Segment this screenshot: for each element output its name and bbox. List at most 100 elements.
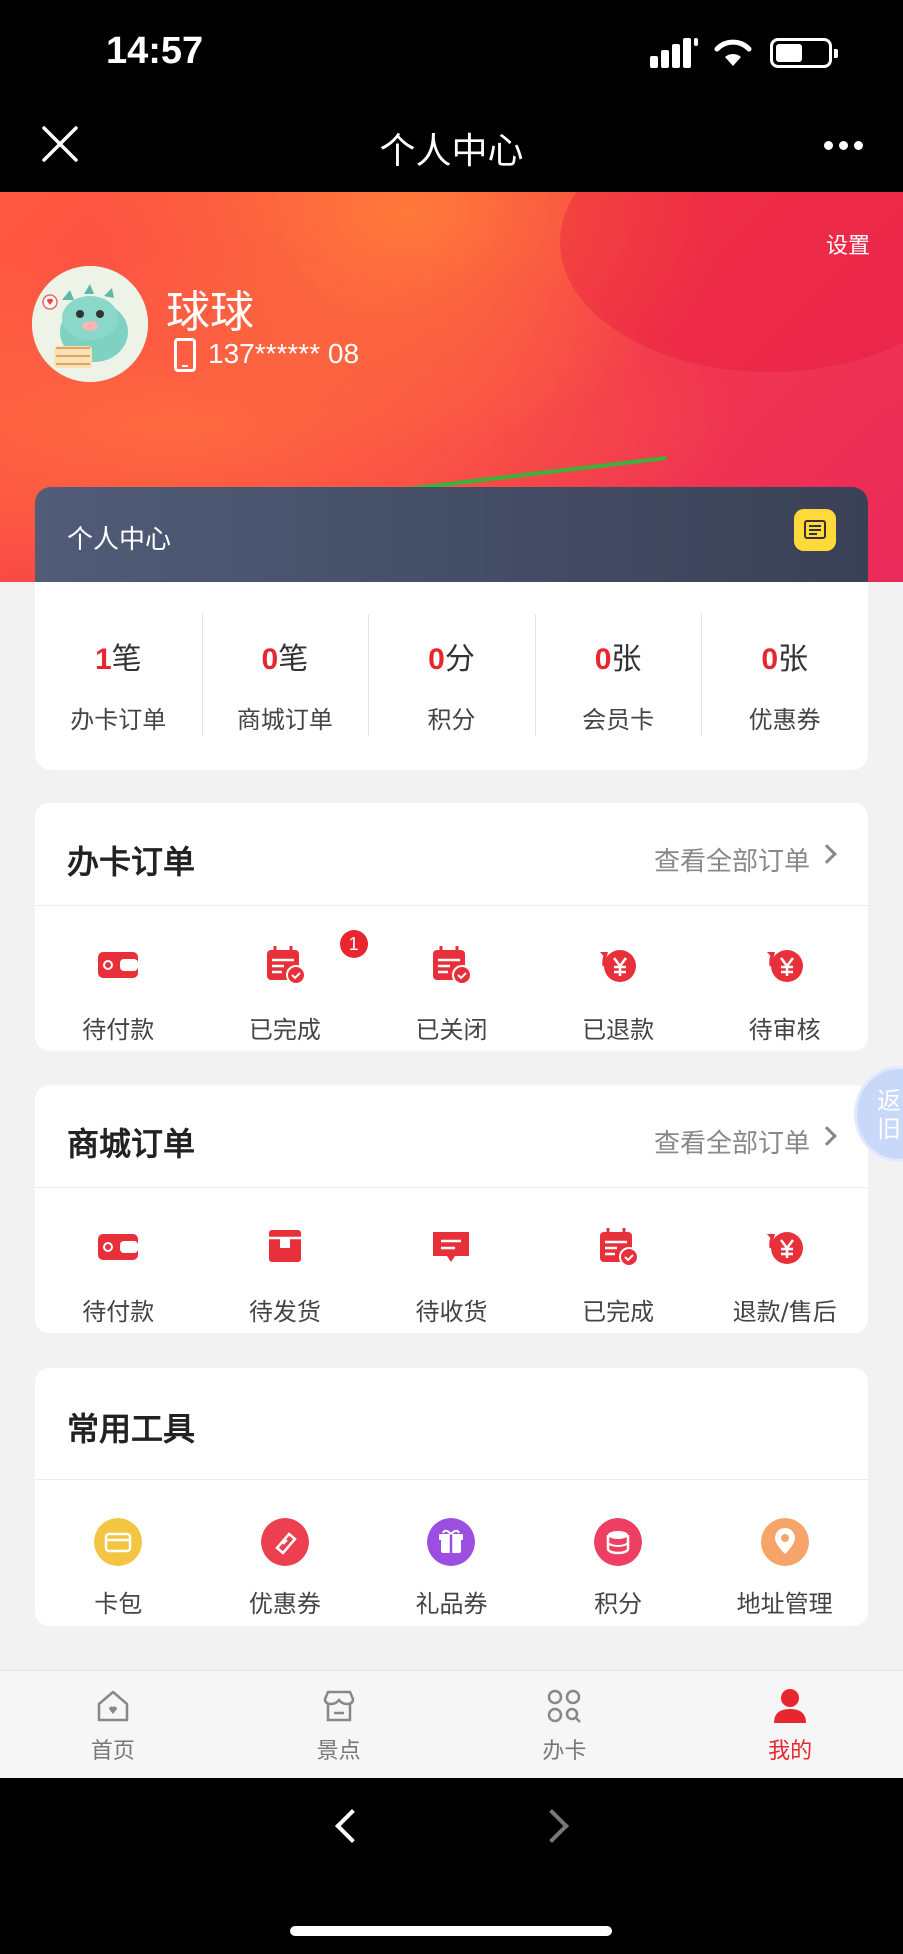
tool-coupons[interactable]: 优惠券: [202, 1480, 369, 1626]
forward-arrow-icon[interactable]: [535, 1809, 569, 1843]
mall-orders-section: 商城订单 查看全部订单 待付款 待发货 待收货 已完成 退款/售后: [35, 1085, 868, 1333]
tool-points[interactable]: 积分: [535, 1480, 702, 1626]
card-order-pending-review[interactable]: 待审核: [701, 906, 868, 1056]
stat-points[interactable]: 0分 积分: [368, 582, 535, 770]
floating-back-label: 返旧: [877, 1087, 901, 1143]
status-bar: 14:57: [0, 0, 903, 100]
card-order-pending-payment[interactable]: 待付款: [35, 906, 202, 1056]
stat-value: 1: [94, 643, 112, 676]
tab-card-service[interactable]: 办卡: [452, 1671, 678, 1778]
grid-label: 待发货: [248, 1298, 321, 1326]
tab-label: 办卡: [542, 1739, 587, 1764]
mall-order-pending-payment[interactable]: 待付款: [35, 1188, 202, 1338]
stat-label: 会员卡: [582, 706, 655, 734]
grid-label: 待付款: [82, 1016, 155, 1044]
notification-badge: 1: [339, 930, 368, 958]
stat-mall-orders[interactable]: 0笔 商城订单: [201, 582, 369, 770]
tab-label: 我的: [768, 1739, 813, 1764]
back-arrow-icon[interactable]: [335, 1809, 369, 1843]
grid-label: 已关闭: [415, 1016, 488, 1044]
stat-coupons[interactable]: 0张 优惠券: [701, 582, 868, 770]
stat-member-cards[interactable]: 0张 会员卡: [534, 582, 702, 770]
card-order-refunded[interactable]: 已退款: [535, 906, 702, 1056]
nav-bar: 个人中心: [0, 100, 903, 192]
tool-card-wallet[interactable]: 卡包: [35, 1480, 202, 1626]
tab-mine[interactable]: 我的: [677, 1671, 903, 1778]
user-icon: [774, 1689, 807, 1723]
grid-label: 待付款: [82, 1298, 155, 1326]
card-order-closed[interactable]: 已关闭: [368, 906, 535, 1056]
grid-label: 卡包: [94, 1590, 143, 1618]
avatar-image: [32, 266, 148, 382]
wifi-icon: [714, 39, 752, 66]
gift-icon: [427, 1518, 476, 1566]
grid-label: 地址管理: [736, 1590, 833, 1618]
view-all-card-orders-link[interactable]: 查看全部订单: [654, 841, 810, 878]
settings-link[interactable]: 设置: [826, 228, 870, 260]
mall-order-completed[interactable]: 已完成: [535, 1188, 702, 1338]
stat-label: 优惠券: [748, 706, 821, 734]
home-icon: [97, 1690, 129, 1722]
battery-icon: [770, 38, 838, 68]
tool-address-management[interactable]: 地址管理: [701, 1480, 868, 1626]
card-order-completed[interactable]: 1 已完成: [202, 906, 369, 1056]
yen-refund-icon: [600, 950, 637, 982]
stat-unit: 张: [778, 642, 809, 677]
stat-label: 办卡订单: [70, 706, 167, 734]
wallet-icon: [98, 952, 139, 978]
chevron-right-icon[interactable]: [817, 844, 837, 864]
calendar-check-icon: [600, 1228, 640, 1267]
calendar-check-icon: [266, 946, 306, 985]
card-orders-section: 办卡订单 查看全部订单 待付款 1 已完成 已关闭 已退款 待审核: [35, 803, 868, 1051]
avatar[interactable]: [32, 266, 148, 382]
phone-icon: [174, 338, 196, 372]
stat-value: 0: [428, 643, 445, 676]
message-icon: [433, 1232, 470, 1262]
tools-section: 常用工具 卡包 优惠券 礼品券 积分 地址管理: [35, 1368, 868, 1626]
section-title: 常用工具: [67, 1410, 196, 1448]
grid-label: 已完成: [248, 1016, 321, 1044]
shop-icon: [323, 1690, 354, 1722]
status-time: 14:57: [106, 30, 204, 72]
phone-number: 137****** 08: [208, 338, 360, 369]
section-header: 办卡订单 查看全部订单: [35, 803, 868, 906]
cellular-signal-icon: [650, 38, 698, 68]
grid-label: 礼品券: [415, 1590, 488, 1618]
yen-refund-icon: [766, 1232, 803, 1264]
stat-card-orders[interactable]: 1笔 办卡订单: [35, 582, 202, 770]
grid-label: 积分: [594, 1590, 643, 1618]
tab-label: 景点: [316, 1739, 361, 1764]
calendar-check-icon: [433, 946, 473, 985]
bottom-tab-bar: 首页 景点 办卡 我的: [0, 1670, 903, 1778]
grid-label: 待审核: [748, 1016, 821, 1044]
stat-label: 积分: [427, 706, 476, 734]
grid-label: 已退款: [582, 1016, 655, 1044]
mall-order-pending-shipment[interactable]: 待发货: [202, 1188, 369, 1338]
tab-label: 首页: [90, 1739, 135, 1764]
user-name: 球球: [166, 287, 254, 338]
view-all-mall-orders-link[interactable]: 查看全部订单: [654, 1123, 810, 1160]
mall-order-refund-aftersale[interactable]: 退款/售后: [701, 1188, 868, 1338]
member-card-icon[interactable]: [794, 509, 836, 551]
stat-value: 0: [261, 643, 279, 676]
coins-icon: [594, 1518, 643, 1566]
tool-gift-voucher[interactable]: 礼品券: [368, 1480, 535, 1626]
tab-attractions[interactable]: 景点: [226, 1671, 452, 1778]
section-header: 常用工具: [35, 1368, 868, 1480]
more-icon[interactable]: [824, 141, 864, 151]
member-card[interactable]: 个人中心: [35, 487, 868, 583]
grid-label: 退款/售后: [732, 1298, 837, 1326]
browser-toolbar: [0, 1778, 903, 1954]
yen-refund-icon: [766, 950, 803, 982]
coupon-icon: [260, 1518, 309, 1566]
stat-unit: 张: [611, 642, 642, 677]
grid-label: 优惠券: [248, 1590, 321, 1618]
stat-unit: 笔: [111, 642, 142, 677]
section-header: 商城订单 查看全部订单: [35, 1085, 868, 1188]
location-icon: [760, 1518, 809, 1566]
mall-order-pending-receipt[interactable]: 待收货: [368, 1188, 535, 1338]
chevron-right-icon[interactable]: [817, 1126, 837, 1146]
stat-value: 0: [594, 643, 612, 676]
tab-home[interactable]: 首页: [0, 1671, 226, 1778]
home-indicator: [290, 1926, 612, 1936]
